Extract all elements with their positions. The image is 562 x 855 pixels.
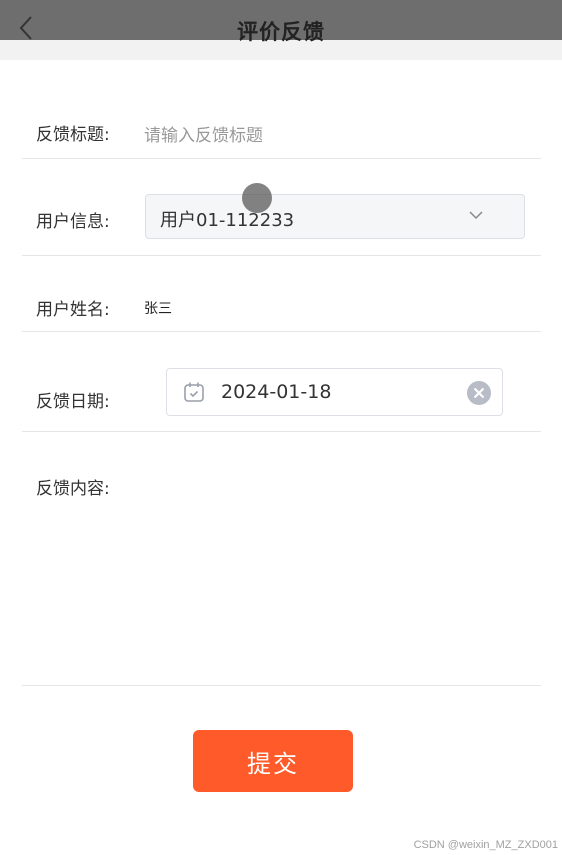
chevron-down-icon bbox=[469, 211, 483, 220]
feedback-title-input[interactable]: 请输入反馈标题 bbox=[144, 121, 263, 146]
page-title: 评价反馈 bbox=[237, 20, 325, 44]
user-name-value: 张三 bbox=[144, 301, 172, 317]
watermark: CSDN @weixin_MZ_ZXD001 bbox=[413, 839, 558, 851]
feedback-title-row: 反馈标题: 请输入反馈标题 bbox=[22, 100, 541, 159]
feedback-content-row: 反馈内容: bbox=[22, 431, 541, 686]
user-info-selected-value: 用户01-112233 bbox=[160, 210, 295, 231]
calendar-icon bbox=[184, 382, 204, 402]
feedback-date-row: 反馈日期: 2024-01-18 bbox=[22, 331, 541, 432]
nav-bar: 评价反馈 bbox=[0, 0, 562, 60]
clear-icon[interactable] bbox=[466, 380, 492, 406]
feedback-date-value: 2024-01-18 bbox=[221, 381, 332, 403]
user-name-label: 用户姓名: bbox=[36, 300, 110, 320]
feedback-date-picker[interactable]: 2024-01-18 bbox=[166, 368, 503, 416]
user-info-row: 用户信息: 用户01-112233 bbox=[22, 158, 541, 256]
user-info-select[interactable]: 用户01-112233 bbox=[145, 194, 525, 239]
touch-indicator bbox=[242, 183, 272, 213]
submit-button[interactable]: 提交 bbox=[193, 730, 353, 792]
user-name-row: 用户姓名: 张三 bbox=[22, 255, 541, 332]
feedback-content-label: 反馈内容: bbox=[36, 479, 110, 499]
feedback-title-label: 反馈标题: bbox=[36, 125, 110, 145]
feedback-content-textarea[interactable] bbox=[144, 467, 524, 667]
feedback-date-label: 反馈日期: bbox=[36, 392, 110, 412]
user-info-label: 用户信息: bbox=[36, 212, 110, 232]
